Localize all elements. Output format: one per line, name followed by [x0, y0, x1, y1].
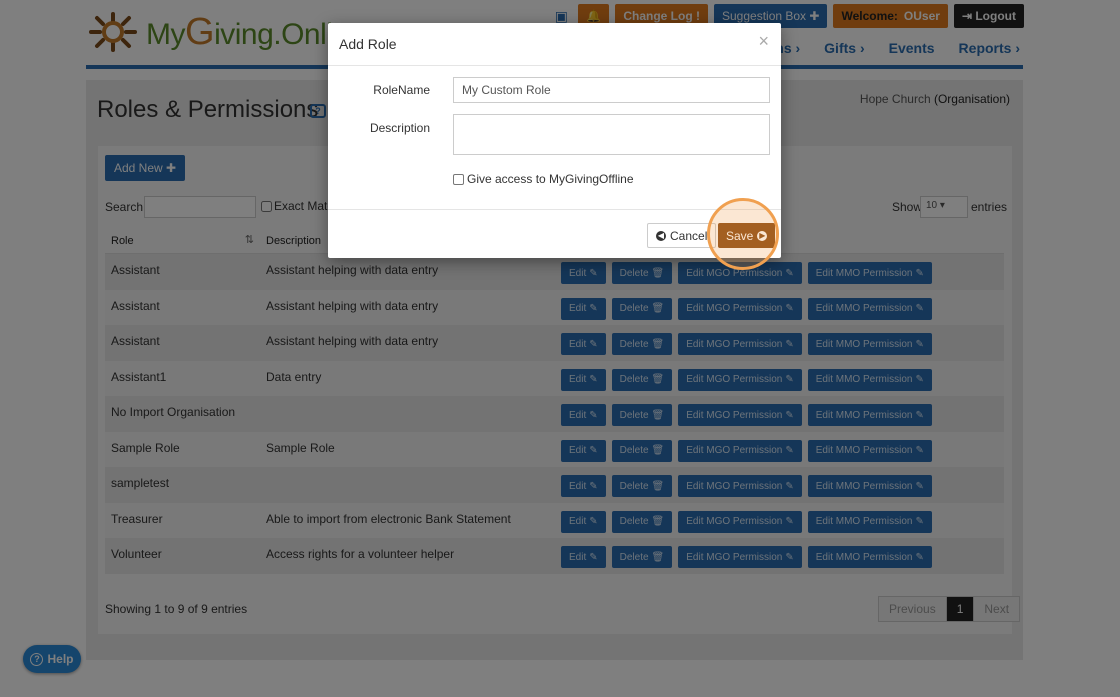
modal-footer: ◀ Cancel Save ▶ [328, 209, 781, 258]
modal-header: Add Role × [328, 23, 781, 66]
offline-access-label: Give access to MyGivingOffline [467, 172, 634, 186]
role-name-input[interactable] [453, 77, 770, 103]
description-textarea[interactable] [453, 114, 770, 155]
cancel-button[interactable]: ◀ Cancel [647, 223, 717, 248]
add-role-modal: Add Role × RoleName Description Give acc… [328, 23, 781, 258]
offline-access-option[interactable]: Give access to MyGivingOffline [453, 172, 634, 186]
modal-title: Add Role [339, 36, 397, 52]
offline-access-checkbox[interactable] [453, 173, 464, 185]
back-arrow-icon: ◀ [656, 230, 666, 241]
forward-arrow-icon: ▶ [757, 230, 768, 241]
role-name-label: RoleName [373, 83, 430, 97]
close-icon[interactable]: × [758, 31, 769, 52]
save-button[interactable]: Save ▶ [718, 223, 776, 248]
description-label: Description [369, 121, 430, 135]
